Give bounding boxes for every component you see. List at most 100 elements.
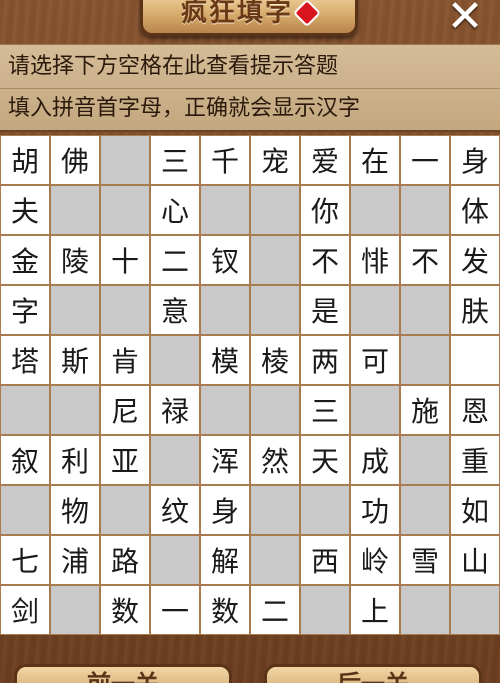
blocked-cell (250, 385, 300, 435)
answer-cell[interactable]: 利 (50, 435, 100, 485)
answer-cell[interactable]: 七 (0, 535, 50, 585)
answer-cell[interactable]: 路 (100, 535, 150, 585)
hint-line-1: 请选择下方空格在此查看提示答题 (8, 54, 339, 79)
next-level-button[interactable]: 后一关 (264, 664, 482, 683)
blocked-cell (100, 185, 150, 235)
answer-cell[interactable]: 金 (0, 235, 50, 285)
answer-cell[interactable]: 十 (100, 235, 150, 285)
answer-cell[interactable]: 叙 (0, 435, 50, 485)
answer-cell[interactable]: 你 (300, 185, 350, 235)
blocked-cell (0, 385, 50, 435)
answer-cell[interactable]: 塔 (0, 335, 50, 385)
answer-cell[interactable]: 雪 (400, 535, 450, 585)
answer-cell[interactable]: 物 (50, 485, 100, 535)
crossword-grid: 胡佛三千宠爱在一身夫心你体金陵十二钗不悱不发字意是肤塔斯肯模棱两可尼禄三施恩叙利… (0, 135, 500, 635)
blocked-cell (350, 285, 400, 335)
answer-cell[interactable]: 是 (300, 285, 350, 335)
blocked-cell (50, 285, 100, 335)
answer-cell[interactable]: 身 (450, 135, 500, 185)
blocked-cell (200, 185, 250, 235)
answer-cell[interactable]: 肯 (100, 335, 150, 385)
answer-cell[interactable]: 胡 (0, 135, 50, 185)
answer-cell[interactable]: 可 (350, 335, 400, 385)
answer-cell[interactable]: 钗 (200, 235, 250, 285)
blocked-cell (250, 535, 300, 585)
answer-cell[interactable]: 重 (450, 435, 500, 485)
answer-cell[interactable]: 尼 (100, 385, 150, 435)
answer-cell[interactable]: 棱 (250, 335, 300, 385)
answer-cell[interactable]: 肤 (450, 285, 500, 335)
answer-cell[interactable]: 恩 (450, 385, 500, 435)
answer-cell[interactable]: 字 (0, 285, 50, 335)
blocked-cell (300, 485, 350, 535)
answer-cell[interactable]: 悱 (350, 235, 400, 285)
answer-cell[interactable]: 浑 (200, 435, 250, 485)
answer-cell[interactable]: 爱 (300, 135, 350, 185)
answer-cell[interactable]: 山 (450, 535, 500, 585)
blocked-cell (200, 285, 250, 335)
answer-cell[interactable]: 浦 (50, 535, 100, 585)
answer-cell[interactable]: 纹 (150, 485, 200, 535)
answer-cell[interactable]: 天 (300, 435, 350, 485)
answer-cell[interactable]: 解 (200, 535, 250, 585)
blocked-cell (150, 335, 200, 385)
answer-cell[interactable]: 然 (250, 435, 300, 485)
blocked-cell (400, 285, 450, 335)
answer-cell[interactable]: 数 (100, 585, 150, 635)
answer-cell[interactable]: 岭 (350, 535, 400, 585)
blocked-cell (100, 285, 150, 335)
answer-cell[interactable]: 斯 (50, 335, 100, 385)
answer-cell[interactable]: 不 (400, 235, 450, 285)
answer-cell[interactable]: 心 (150, 185, 200, 235)
hint-line-2: 填入拼音首字母，正确就会显示汉字 (8, 96, 361, 121)
blocked-cell (0, 485, 50, 535)
answer-cell[interactable]: 两 (300, 335, 350, 385)
answer-cell[interactable]: 施 (400, 385, 450, 435)
answer-cell[interactable]: 三 (150, 135, 200, 185)
answer-cell[interactable]: 上 (350, 585, 400, 635)
blocked-cell (50, 585, 100, 635)
answer-cell[interactable]: 在 (350, 135, 400, 185)
answer-cell[interactable]: 亚 (100, 435, 150, 485)
hint-area: 请选择下方空格在此查看提示答题 填入拼音首字母，正确就会显示汉字 (0, 44, 500, 132)
blocked-cell (150, 435, 200, 485)
answer-cell[interactable]: 三 (300, 385, 350, 435)
prev-level-button[interactable]: 前一关 (14, 664, 232, 683)
game-title: 疯狂填字 (180, 0, 293, 28)
answer-cell[interactable]: 西 (300, 535, 350, 585)
answer-cell[interactable]: 佛 (50, 135, 100, 185)
answer-cell[interactable]: 意 (150, 285, 200, 335)
blocked-cell (400, 435, 450, 485)
answer-cell[interactable]: 体 (450, 185, 500, 235)
answer-cell[interactable]: 身 (200, 485, 250, 535)
header: 疯狂填字 ✕ (0, 0, 500, 44)
answer-cell[interactable]: 一 (400, 135, 450, 185)
answer-cell[interactable]: 不 (300, 235, 350, 285)
blocked-cell (400, 185, 450, 235)
answer-cell[interactable]: 如 (450, 485, 500, 535)
answer-cell[interactable]: 宠 (250, 135, 300, 185)
answer-cell[interactable]: 陵 (50, 235, 100, 285)
answer-cell[interactable]: 成 (350, 435, 400, 485)
blocked-cell (50, 385, 100, 435)
blocked-cell (300, 585, 350, 635)
answer-cell[interactable]: 二 (150, 235, 200, 285)
answer-cell[interactable]: 剑 (0, 585, 50, 635)
blocked-cell (250, 235, 300, 285)
answer-cell[interactable]: 模 (200, 335, 250, 385)
answer-cell[interactable]: 功 (350, 485, 400, 535)
blocked-cell (50, 185, 100, 235)
blocked-cell (350, 385, 400, 435)
answer-cell[interactable]: 发 (450, 235, 500, 285)
answer-cell[interactable]: 二 (250, 585, 300, 635)
blocked-cell (250, 485, 300, 535)
blocked-cell (100, 485, 150, 535)
answer-cell[interactable]: 数 (200, 585, 250, 635)
answer-cell[interactable]: 千 (200, 135, 250, 185)
title-plate: 疯狂填字 (140, 0, 358, 36)
answer-cell[interactable]: 一 (150, 585, 200, 635)
empty-answer-cell[interactable] (450, 335, 500, 385)
answer-cell[interactable]: 夫 (0, 185, 50, 235)
answer-cell[interactable]: 禄 (150, 385, 200, 435)
close-button[interactable]: ✕ (440, 0, 490, 40)
